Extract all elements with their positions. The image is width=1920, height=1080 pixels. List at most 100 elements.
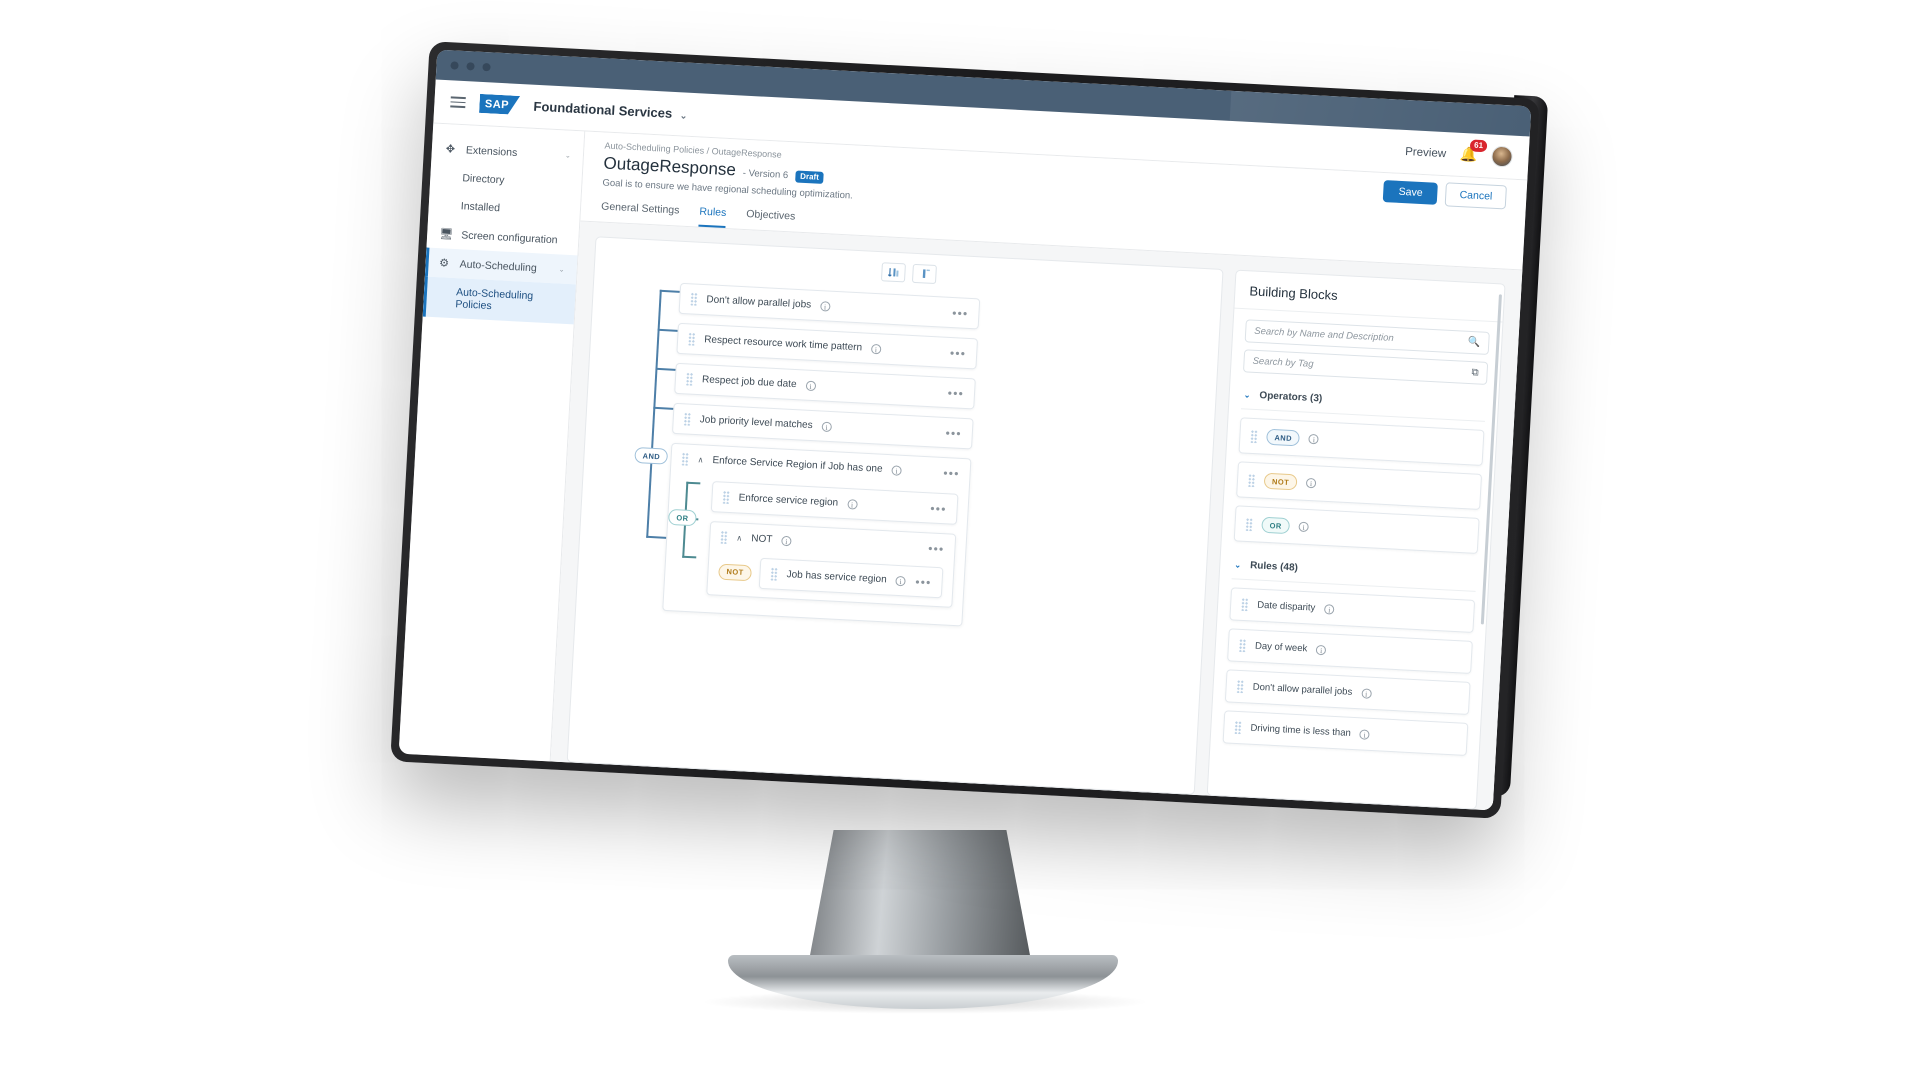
sidebar-item-label: Screen configuration [460,228,558,246]
rules-canvas: AND Don't allow parallel jobs i ••• Resp… [566,236,1224,795]
block-item-label: Don't allow parallel jobs [1252,681,1353,698]
block-item-label: Date disparity [1256,599,1316,614]
window-close-dot[interactable] [450,61,459,70]
monitor-icon: 🖥 [438,228,454,241]
drag-handle-icon[interactable] [1245,517,1254,531]
drag-handle-icon[interactable] [681,452,689,466]
info-icon[interactable]: i [1360,687,1372,699]
info-icon[interactable]: i [781,535,792,546]
block-item-rule[interactable]: Date disparity i [1229,587,1476,633]
tab-rules[interactable]: Rules [698,205,727,229]
hierarchy-icon[interactable] [911,263,937,285]
drag-handle-icon[interactable] [1240,597,1249,612]
rule-more-menu[interactable]: ••• [950,346,967,361]
rule-card[interactable]: Respect job due date i ••• [674,362,976,410]
app-title[interactable]: Foundational Services ⌄ [533,99,688,122]
drag-handle-icon[interactable] [685,372,694,386]
drag-handle-icon[interactable] [683,412,692,426]
section-rules[interactable]: ⌄ Rules (48) [1231,549,1478,592]
section-operators[interactable]: ⌄ Operators (3) [1240,379,1487,422]
sidebar-item-label: Auto-Scheduling Policies [455,286,534,313]
drag-handle-icon[interactable] [687,332,696,346]
status-badge: Draft [794,169,825,184]
collapse-caret-icon[interactable]: ∧ [736,533,742,542]
rule-card[interactable]: Respect resource work time pattern i ••• [676,322,979,370]
rule-more-menu[interactable]: ••• [930,501,947,516]
rule-more-menu[interactable]: ••• [952,306,969,321]
rule-group-label: Enforce Service Region if Job has one [712,454,883,475]
chevron-down-icon: ⌄ [679,110,688,121]
tree-branch [686,481,701,485]
save-button[interactable]: Save [1383,180,1439,205]
info-icon[interactable]: i [870,343,882,354]
collapse-caret-icon[interactable]: ∧ [697,455,703,464]
hamburger-icon[interactable] [450,96,466,109]
drag-handle-icon[interactable] [1238,638,1247,653]
info-icon[interactable]: i [846,498,858,510]
drag-handle-icon[interactable] [1250,429,1258,443]
info-icon[interactable]: i [819,300,831,312]
rule-label: Respect job due date [701,374,797,391]
monitor-bezel: SAP Foundational Services ⌄ Preview 🔔 61 [390,41,1540,819]
block-item-not[interactable]: NOT i [1236,461,1483,510]
drag-handle-icon[interactable] [1234,720,1242,735]
rule-card[interactable]: Job has service region i ••• [758,557,944,599]
info-icon[interactable]: i [1298,521,1309,533]
operator-chip-and[interactable]: AND [634,446,669,465]
info-icon[interactable]: i [821,421,832,432]
search-tag-input[interactable] [1252,355,1472,379]
sidebar-item-auto-scheduling-policies[interactable]: Auto-Scheduling Policies [422,276,576,325]
drag-handle-icon[interactable] [1236,679,1245,694]
drag-handle-icon[interactable] [770,567,778,581]
work-area: AND Don't allow parallel jobs i ••• Resp… [550,221,1523,811]
info-icon[interactable]: i [1315,644,1327,655]
rule-more-menu[interactable]: ••• [943,466,960,481]
block-item-and[interactable]: AND i [1238,417,1485,466]
tab-general-settings[interactable]: General Settings [600,201,680,226]
cancel-button[interactable]: Cancel [1444,182,1507,210]
info-icon[interactable]: i [1305,477,1317,489]
info-icon[interactable]: i [805,380,816,391]
search-tag-field[interactable]: ⧉ [1242,349,1489,385]
info-icon[interactable]: i [895,575,906,586]
sidebar-item-label: Auto-Scheduling [459,257,538,274]
search-name-field[interactable]: 🔍 [1244,319,1490,355]
block-item-or[interactable]: OR i [1233,505,1480,554]
search-icon[interactable]: 🔍 [1467,337,1480,349]
avatar[interactable] [1490,145,1514,168]
drag-handle-icon[interactable] [690,292,698,306]
window-minimize-dot[interactable] [466,62,475,71]
rule-more-menu[interactable]: ••• [945,426,962,441]
tree-branch [655,367,676,371]
not-group-card[interactable]: ∧ NOT i ••• NOT Job has service region i… [706,521,957,608]
window-maximize-dot[interactable] [482,62,491,72]
rule-more-menu[interactable]: ••• [928,541,945,556]
operator-chip-not[interactable]: NOT [718,563,753,581]
rule-card[interactable]: Enforce service region i ••• [710,481,959,525]
info-icon[interactable]: i [891,464,902,476]
drag-handle-icon[interactable] [722,490,730,504]
info-icon[interactable]: i [1308,433,1320,445]
search-input[interactable] [1253,325,1469,348]
tag-icon[interactable]: ⧉ [1471,367,1479,378]
sidebar-item-label: Directory [462,172,505,187]
tab-objectives[interactable]: Objectives [745,208,796,232]
notifications-button[interactable]: 🔔 61 [1460,139,1488,164]
rule-more-menu[interactable]: ••• [947,386,964,401]
block-item-rule[interactable]: Driving time is less than i [1222,710,1469,756]
rule-group-body: OR Enforce service region i ••• ∧ NOT i … [663,473,969,625]
drag-handle-icon[interactable] [1247,473,1256,487]
rule-card[interactable]: Job priority level matches i ••• [671,402,974,450]
sort-icon[interactable] [880,262,906,283]
drag-handle-icon[interactable] [720,530,728,544]
info-icon[interactable]: i [1359,728,1371,740]
block-item-rule[interactable]: Don't allow parallel jobs i [1224,669,1471,715]
rule-label: Job has service region [786,569,887,586]
preview-button[interactable]: Preview [1405,146,1447,160]
info-icon[interactable]: i [1324,603,1335,615]
rule-more-menu[interactable]: ••• [915,574,932,589]
rule-card[interactable]: Don't allow parallel jobs i ••• [678,282,981,330]
rule-group-card[interactable]: ∧ Enforce Service Region if Job has one … [662,442,972,627]
block-item-rule[interactable]: Day of week i [1227,628,1473,674]
operator-chip-or[interactable]: OR [667,508,697,527]
